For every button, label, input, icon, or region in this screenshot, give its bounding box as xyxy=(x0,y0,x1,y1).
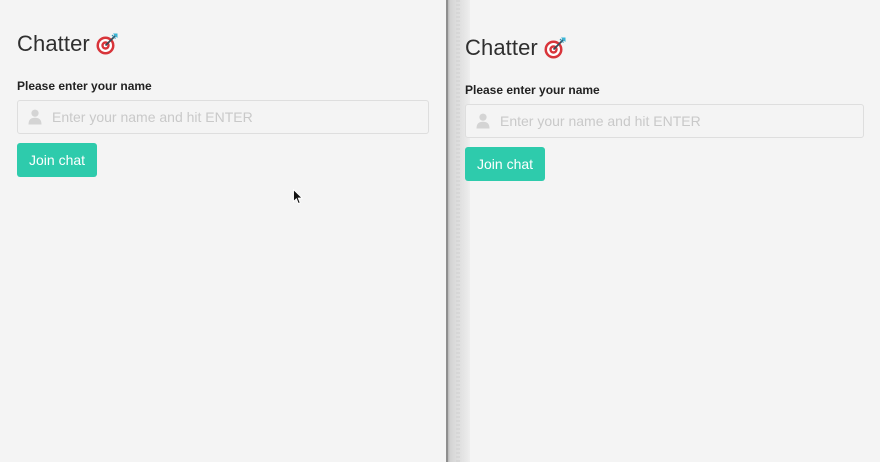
app-title: Chatter xyxy=(17,31,119,57)
chat-window-right: Chatter Please enter your name Join chat xyxy=(465,0,880,462)
window-divider[interactable] xyxy=(446,0,470,462)
user-icon xyxy=(476,113,490,129)
join-chat-button[interactable]: Join chat xyxy=(17,143,98,177)
name-field[interactable] xyxy=(465,104,864,138)
name-field[interactable] xyxy=(17,100,429,134)
join-chat-button[interactable]: Join chat xyxy=(465,147,546,181)
divider-grip xyxy=(456,0,460,462)
mouse-cursor-icon xyxy=(293,189,303,205)
app-title-text: Chatter xyxy=(17,31,90,56)
name-input[interactable] xyxy=(500,105,863,137)
name-field-label: Please enter your name xyxy=(465,83,600,97)
user-icon xyxy=(28,109,42,125)
bullseye-dart-icon xyxy=(96,33,118,55)
app-title: Chatter xyxy=(465,35,567,61)
bullseye-dart-icon xyxy=(544,37,566,59)
app-title-text: Chatter xyxy=(465,35,538,60)
name-field-label: Please enter your name xyxy=(17,79,152,93)
name-input[interactable] xyxy=(52,101,428,133)
chat-window-left: Chatter Please enter your name Join chat xyxy=(0,0,446,462)
